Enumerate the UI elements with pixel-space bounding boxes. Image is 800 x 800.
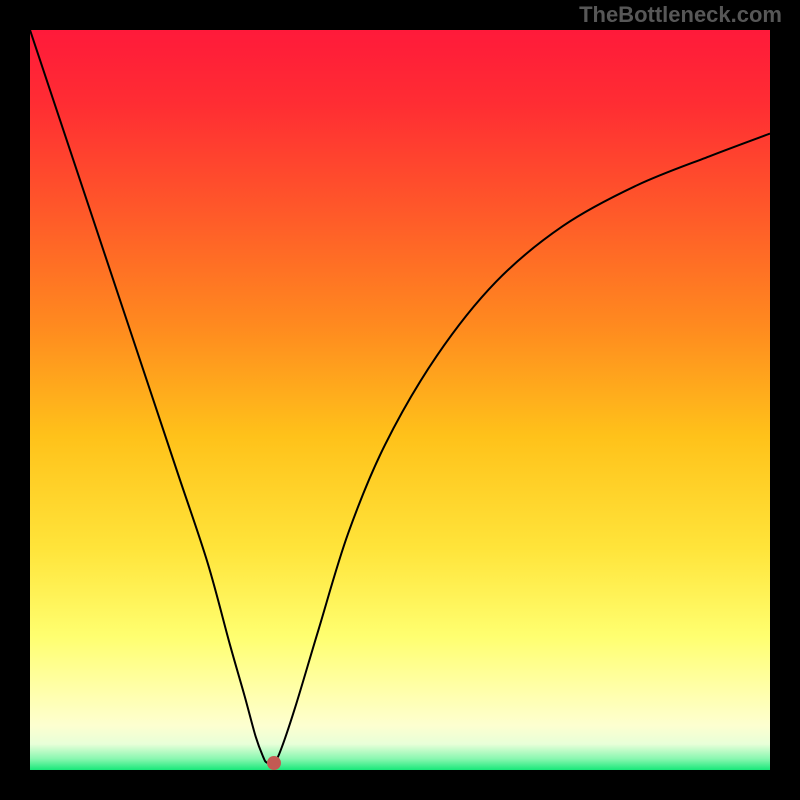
bottleneck-curve — [30, 30, 770, 770]
watermark-text: TheBottleneck.com — [579, 2, 782, 28]
plot-area — [30, 30, 770, 770]
optimum-marker — [267, 756, 281, 770]
chart-frame: TheBottleneck.com — [0, 0, 800, 800]
